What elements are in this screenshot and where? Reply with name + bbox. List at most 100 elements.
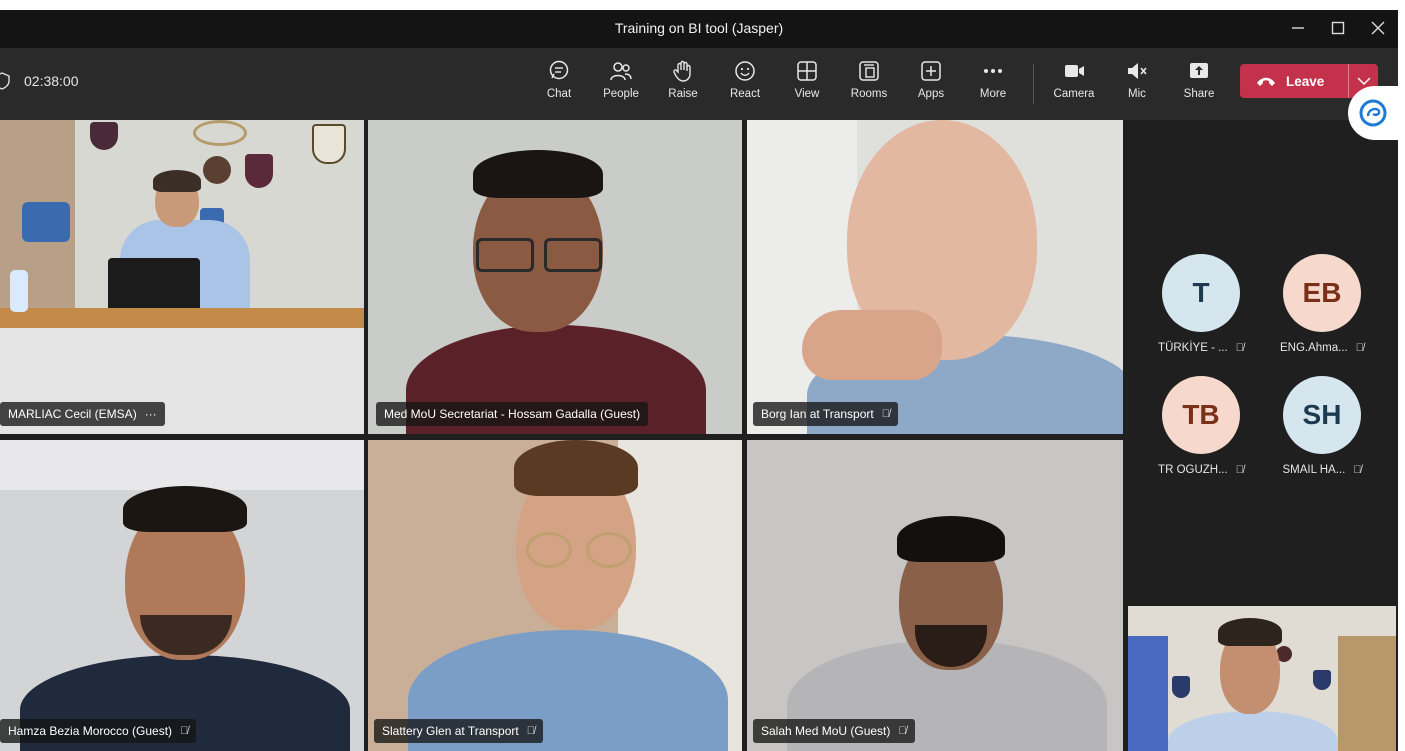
- person-hair: [1218, 618, 1282, 646]
- hand-icon: [673, 60, 691, 82]
- chevron-down-icon: [1356, 77, 1371, 86]
- camera-button[interactable]: Camera: [1046, 56, 1102, 112]
- avatar-name: TÜRKİYE - ...: [1158, 342, 1228, 354]
- participant-nametag: Med MoU Secretariat - Hossam Gadalla (Gu…: [376, 402, 649, 426]
- avatar-tile-eng-ahma[interactable]: EB ENG.Ahma... 🎙̸: [1262, 254, 1382, 354]
- teams-meeting-window: Training on BI tool (Jasper) 02:38:00 Ch…: [0, 10, 1398, 751]
- smile-icon: [735, 61, 755, 81]
- participant-nametag: Salah Med MoU (Guest) 🎙̸: [753, 719, 915, 743]
- camera-label: Camera: [1053, 88, 1095, 100]
- video-tile-marliac[interactable]: MARLIAC Cecil (EMSA) ···: [0, 120, 364, 434]
- person-hand: [802, 310, 942, 380]
- meeting-timer: 02:38:00: [24, 73, 79, 89]
- video-tile-hossam[interactable]: Med MoU Secretariat - Hossam Gadalla (Gu…: [368, 120, 742, 434]
- avatar-tile-turkiye[interactable]: T TÜRKİYE - ... 🎙̸: [1141, 254, 1261, 354]
- crest-plaque: [245, 154, 273, 188]
- raise-hand-button[interactable]: Raise: [655, 56, 711, 112]
- view-button[interactable]: View: [779, 56, 835, 112]
- crest-plaque: [1172, 676, 1190, 698]
- person-hair: [123, 486, 247, 532]
- video-stage: MARLIAC Cecil (EMSA) ··· Med MoU Secreta…: [0, 120, 1398, 751]
- mic-off-icon: 🎙̸: [1235, 342, 1244, 354]
- participant-nametag: MARLIAC Cecil (EMSA) ···: [0, 402, 165, 426]
- apps-label: Apps: [917, 88, 945, 100]
- chat-label: Chat: [546, 88, 572, 100]
- grid-view-icon: [797, 61, 817, 81]
- avatar: SH: [1283, 376, 1361, 454]
- chat-icon: [549, 60, 569, 80]
- view-label: View: [794, 88, 820, 100]
- mic-label: Mic: [1128, 88, 1146, 100]
- speaker-muted-icon: [1128, 63, 1147, 79]
- share-button[interactable]: Share: [1171, 56, 1227, 112]
- share-screen-icon: [1190, 63, 1208, 78]
- ceiling: [0, 440, 364, 490]
- glasses: [586, 532, 632, 568]
- react-button[interactable]: React: [717, 56, 773, 112]
- desk-top: [0, 308, 364, 328]
- minimize-button[interactable]: [1278, 14, 1318, 42]
- participant-more-options[interactable]: ···: [145, 407, 157, 421]
- video-tile-borg[interactable]: Borg Ian at Transport 🎙̸: [747, 120, 1123, 434]
- mic-off-icon: 🎙̸: [881, 408, 890, 420]
- video-tile-hamza[interactable]: Hamza Bezia Morocco (Guest) 🎙̸: [0, 440, 364, 751]
- mic-button[interactable]: Mic: [1109, 56, 1165, 112]
- copilot-button[interactable]: [1348, 86, 1398, 140]
- participant-name: Slattery Glen at Transport: [382, 724, 519, 738]
- participant-nametag: Slattery Glen at Transport 🎙̸: [374, 719, 543, 743]
- self-view-tile[interactable]: [1128, 606, 1396, 751]
- participant-name: Hamza Bezia Morocco (Guest): [8, 724, 173, 738]
- title-bar: Training on BI tool (Jasper): [0, 10, 1398, 48]
- camera-icon: [1065, 65, 1084, 77]
- glasses: [526, 532, 572, 568]
- crest-plaque: [312, 124, 346, 164]
- person-shirt: [1168, 711, 1338, 751]
- shield-icon: [0, 72, 10, 90]
- mic-off-icon: 🎙̸: [180, 725, 189, 737]
- participant-name: MARLIAC Cecil (EMSA): [8, 407, 137, 421]
- video-tile-slattery[interactable]: Slattery Glen at Transport 🎙̸: [368, 440, 742, 751]
- chat-button[interactable]: Chat: [531, 56, 587, 112]
- crest-plaque: [1313, 670, 1331, 690]
- avatar-tile-smail-ha[interactable]: SH SMAIL HA... 🎙̸: [1262, 376, 1382, 476]
- blue-chair: [22, 202, 70, 242]
- avatar: T: [1162, 254, 1240, 332]
- avatar: TB: [1162, 376, 1240, 454]
- glasses: [544, 238, 602, 272]
- participant-nametag: Borg Ian at Transport 🎙̸: [753, 402, 898, 426]
- apps-button[interactable]: Apps: [903, 56, 959, 112]
- leave-main-button[interactable]: Leave: [1240, 74, 1348, 89]
- avatar-name: TR OGUZH...: [1158, 464, 1228, 476]
- participant-name: Salah Med MoU (Guest): [761, 724, 891, 738]
- close-button[interactable]: [1358, 14, 1398, 42]
- mic-off-icon: 🎙̸: [1355, 342, 1364, 354]
- rooms-label: Rooms: [850, 88, 888, 100]
- banner: [1128, 636, 1168, 751]
- avatar-tile-tr-oguzh[interactable]: TB TR OGUZH... 🎙̸: [1141, 376, 1261, 476]
- copilot-icon: [1359, 99, 1387, 127]
- wooden-door: [1338, 636, 1396, 751]
- share-label: Share: [1183, 88, 1215, 100]
- person-hair: [514, 440, 638, 496]
- mic-off-icon: 🎙̸: [1235, 464, 1244, 476]
- video-tile-salah[interactable]: Salah Med MoU (Guest) 🎙̸: [747, 440, 1123, 751]
- meeting-toolbar: 02:38:00 Chat People Raise React View Ro…: [0, 48, 1398, 120]
- round-plaque: [203, 156, 231, 184]
- leave-options-dropdown[interactable]: [1349, 76, 1378, 86]
- person-hair: [473, 150, 603, 198]
- participant-nametag: Hamza Bezia Morocco (Guest) 🎙̸: [0, 719, 197, 743]
- avatar-name-row: SMAIL HA... 🎙̸: [1262, 464, 1382, 476]
- raise-label: Raise: [668, 88, 698, 100]
- react-label: React: [729, 88, 761, 100]
- more-label: More: [979, 88, 1007, 100]
- meeting-timer-area: 02:38:00: [0, 72, 79, 90]
- rooms-icon: [859, 61, 879, 81]
- round-plaque: [193, 120, 247, 146]
- crest-plaque: [90, 122, 118, 150]
- participant-name: Borg Ian at Transport: [761, 407, 874, 421]
- more-button[interactable]: More: [965, 56, 1021, 112]
- maximize-button[interactable]: [1318, 14, 1358, 42]
- people-button[interactable]: People: [593, 56, 649, 112]
- avatar-name-row: TÜRKİYE - ... 🎙̸: [1141, 342, 1261, 354]
- rooms-button[interactable]: Rooms: [841, 56, 897, 112]
